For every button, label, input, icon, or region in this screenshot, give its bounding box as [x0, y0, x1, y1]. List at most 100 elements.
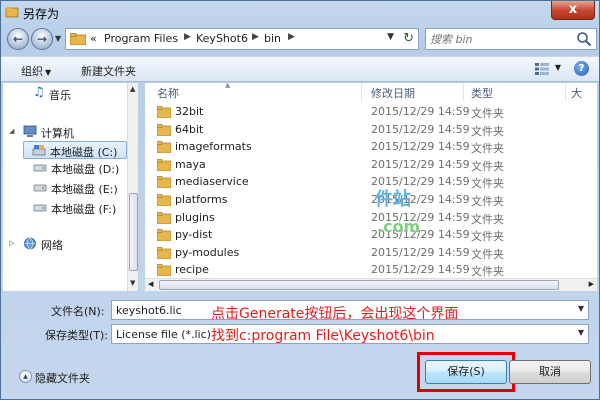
folder-icon [157, 106, 171, 118]
nav-item-label: 本地磁盘 (E:) [51, 183, 118, 196]
search-box[interactable] [425, 28, 597, 50]
scroll-thumb[interactable] [159, 280, 559, 290]
breadcrumb-separator-icon[interactable]: ▶ [252, 32, 259, 42]
back-button[interactable]: ← [7, 28, 29, 50]
scroll-thumb[interactable] [129, 193, 138, 271]
chevron-down-icon[interactable]: ▼ [578, 304, 584, 313]
breadcrumb-program-files[interactable]: Program Files [104, 32, 178, 45]
breadcrumb-separator-icon[interactable]: ▶ [288, 32, 295, 42]
expand-arrow-icon[interactable]: ▷ [9, 239, 14, 247]
file-row[interactable]: 64bit 2015/12/29 14:59 文件夹 [151, 121, 591, 139]
file-type-value[interactable]: License file (*.lic) [116, 328, 211, 341]
breadcrumb-bin[interactable]: bin [264, 32, 281, 45]
file-name: recipe [175, 263, 209, 277]
file-row[interactable]: maya 2015/12/29 14:59 文件夹 [151, 156, 591, 174]
recent-locations-dropdown-icon[interactable]: ▼ [55, 34, 61, 43]
nav-item-drive-d[interactable]: 本地磁盘 (D:) [3, 159, 127, 177]
breadcrumb-overflow[interactable]: « [90, 32, 97, 45]
folder-icon [157, 211, 171, 224]
column-header-type[interactable]: 类型 [471, 83, 493, 101]
nav-item-label: 本地磁盘 (D:) [51, 163, 120, 176]
help-icon[interactable]: ? [574, 61, 589, 76]
nav-item-drive-c[interactable]: 本地磁盘 (C:) [23, 141, 127, 159]
column-divider[interactable] [463, 83, 464, 101]
watermark-suffix: .com [377, 217, 421, 236]
file-type: 文件夹 [471, 159, 504, 173]
chevron-down-icon: ▼ [45, 68, 52, 77]
file-name: 32bit [175, 105, 204, 118]
close-button[interactable]: x [551, 1, 595, 20]
folder-icon [157, 141, 171, 154]
navigation-pane: ♫ 音乐 ◢ 计算机 本地磁盘 (C:) 本地磁盘 (D:) 本地磁盘 (E:)… [3, 83, 139, 291]
file-name-label: 文件名(N): [51, 305, 105, 318]
file-row[interactable]: recipe 2015/12/29 14:59 文件夹 [151, 261, 591, 279]
annotation-line-1: 点击Generate按钮后，会出现这个界面 [211, 306, 459, 322]
file-date: 2015/12/29 14:59 [371, 140, 470, 154]
file-row[interactable]: py-dist 2015/12/29 14:59 文件夹 [151, 226, 591, 244]
drive-icon [33, 184, 47, 192]
nav-item-drive-f[interactable]: 本地磁盘 (F:) [3, 199, 127, 217]
breadcrumb-separator-icon[interactable]: ▶ [184, 32, 191, 42]
music-note-icon: ♫ [33, 85, 45, 100]
file-row[interactable]: 32bit 2015/12/29 14:59 文件夹 [151, 103, 591, 121]
search-input[interactable] [430, 31, 570, 47]
search-icon[interactable] [576, 31, 592, 47]
breadcrumb-keyshot6[interactable]: KeyShot6 [196, 32, 248, 45]
file-row[interactable]: plugins 2015/12/29 14:59 文件夹 [151, 209, 591, 227]
view-dropdown-icon[interactable]: ▼ [555, 63, 561, 72]
horizontal-scrollbar[interactable]: ◀ ▶ [145, 278, 597, 291]
hide-folders-toggle[interactable]: ▲ 隐藏文件夹 [19, 369, 99, 385]
folder-icon [70, 33, 86, 45]
nav-item-music[interactable]: ♫ 音乐 [3, 85, 127, 103]
nav-item-label: 音乐 [49, 89, 71, 102]
file-date: 2015/12/29 14:59 [371, 157, 470, 171]
view-options-icon[interactable] [535, 63, 549, 75]
watermark: 件站 [375, 189, 411, 210]
scroll-left-icon[interactable]: ◀ [148, 280, 153, 288]
file-name-value[interactable]: keyshot6.lic [116, 304, 182, 317]
file-name: platforms [175, 193, 228, 206]
file-name: mediaservice [175, 175, 249, 189]
column-header-name[interactable]: 名称 [157, 83, 179, 101]
sort-indicator-icon: ▲ [225, 83, 231, 89]
file-row[interactable]: mediaservice 2015/12/29 14:59 文件夹 [151, 173, 591, 191]
refresh-icon[interactable]: ↻ [403, 31, 414, 46]
save-as-dialog: 另存为 x ← → ▼ « Program Files ▶ KeyShot6 ▶… [0, 0, 600, 400]
nav-item-label: 本地磁盘 (C:) [50, 146, 118, 159]
window-title: 另存为 [23, 7, 60, 21]
file-type: 文件夹 [471, 230, 504, 244]
save-dialog-icon [5, 7, 19, 18]
column-header-size[interactable]: 大 [571, 83, 582, 101]
nav-item-drive-e[interactable]: 本地磁盘 (E:) [3, 179, 127, 197]
organize-menu[interactable]: 组织 ▼ [21, 63, 51, 79]
new-folder-button[interactable]: 新建文件夹 [81, 63, 136, 79]
file-date: 2015/12/29 14:59 [371, 263, 470, 277]
forward-button[interactable]: → [31, 28, 53, 50]
file-row[interactable]: py-modules 2015/12/29 14:59 文件夹 [151, 244, 591, 262]
nav-item-computer[interactable]: ◢ 计算机 [3, 123, 127, 141]
file-type: 文件夹 [471, 212, 504, 226]
cancel-button[interactable]: 取消 [509, 360, 591, 384]
file-row[interactable]: platforms 2015/12/29 14:59 文件夹 [151, 191, 591, 209]
drive-icon [33, 204, 47, 212]
expand-arrow-icon[interactable]: ◢ [9, 127, 14, 135]
column-header-date[interactable]: 修改日期 [371, 83, 415, 101]
chevron-down-icon[interactable]: ▼ [578, 328, 584, 337]
scroll-up-icon[interactable]: ▲ [130, 85, 135, 93]
file-date: 2015/12/29 14:59 [371, 245, 470, 259]
nav-scrollbar[interactable]: ▲ ▼ [127, 83, 138, 291]
file-row[interactable]: imageformats 2015/12/29 14:59 文件夹 [151, 138, 591, 156]
column-divider[interactable] [361, 83, 362, 101]
file-list: ▲ 名称 修改日期 类型 大 32bit 2015/12/29 14:59 文件夹 6… [145, 83, 597, 291]
address-dropdown-icon[interactable]: ▼ [387, 32, 394, 42]
folder-icon [157, 246, 171, 259]
collapse-icon: ▲ [19, 370, 32, 383]
scroll-right-icon[interactable]: ▶ [589, 280, 594, 288]
nav-item-network[interactable]: ▷ 网络 [3, 235, 127, 253]
scroll-down-icon[interactable]: ▼ [130, 279, 135, 287]
annotation-line-2: 找到c:program File\Keyshot6\bin [211, 328, 435, 344]
address-bar[interactable]: « Program Files ▶ KeyShot6 ▶ bin ▶ ▼ ↻ [65, 28, 419, 50]
save-button[interactable]: 保存(S) [425, 360, 507, 384]
column-divider[interactable] [565, 83, 566, 101]
navigation-bar: ← → ▼ « Program Files ▶ KeyShot6 ▶ bin ▶… [1, 25, 599, 53]
